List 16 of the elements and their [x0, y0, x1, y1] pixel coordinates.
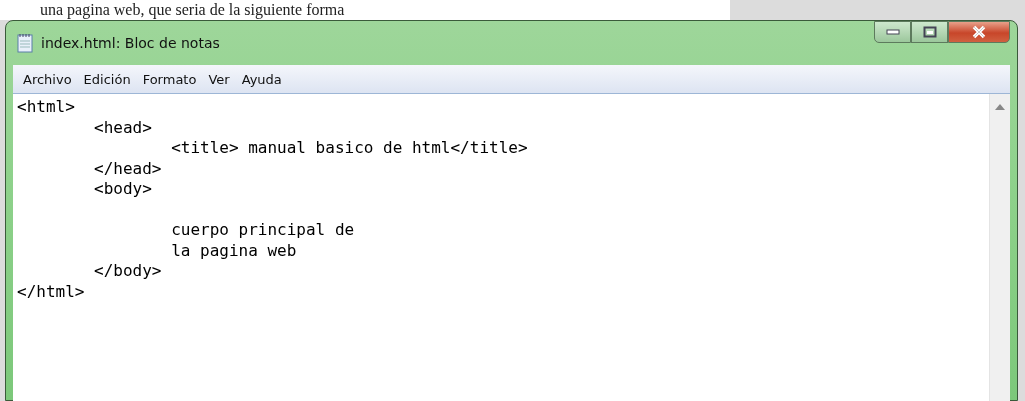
- menu-item[interactable]: Edición: [77, 71, 137, 87]
- scrollbar[interactable]: [989, 94, 1010, 401]
- minimize-icon: [885, 29, 900, 35]
- menu-item[interactable]: Ayuda: [235, 71, 288, 87]
- scroll-up-icon[interactable]: [995, 104, 1005, 110]
- close-button[interactable]: [948, 21, 1010, 43]
- maximize-button[interactable]: [911, 21, 948, 43]
- menu-item[interactable]: Formato: [136, 71, 203, 87]
- window-title: index.html: Bloc de notas: [41, 35, 220, 51]
- close-icon: [971, 25, 987, 39]
- background-text: una pagina web, que seria de la siguiente forma: [40, 0, 345, 19]
- menu-item[interactable]: Archivo: [17, 71, 78, 87]
- minimize-button[interactable]: [874, 21, 911, 43]
- maximize-icon: [922, 26, 937, 38]
- menu-item[interactable]: Ver: [202, 71, 236, 87]
- notepad-icon: [17, 33, 33, 53]
